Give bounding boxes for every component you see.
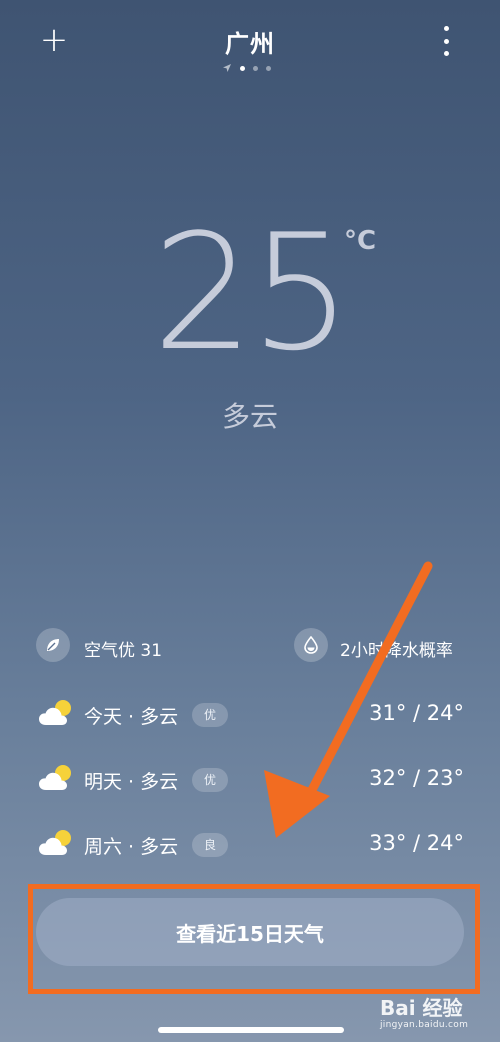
more-dot bbox=[443, 26, 449, 31]
more-options-button[interactable] bbox=[432, 26, 460, 56]
air-quality-label[interactable]: 空气优 31 bbox=[84, 636, 162, 661]
temperature-unit: °C bbox=[344, 226, 377, 256]
page-indicator bbox=[222, 62, 282, 74]
forecast-temperature: 33° / 24° bbox=[369, 831, 464, 855]
partly-cloudy-icon bbox=[38, 762, 76, 798]
city-title: 广州 bbox=[225, 30, 275, 58]
partly-cloudy-icon bbox=[38, 697, 76, 733]
current-condition: 多云 bbox=[221, 400, 278, 433]
current-temperature: 25 bbox=[152, 199, 352, 386]
watermark-sub: jingyan.baidu.com bbox=[380, 1020, 469, 1030]
air-quality-badge: 优 bbox=[192, 768, 229, 792]
forecast-day: 明天 · 多云 bbox=[84, 771, 179, 793]
add-city-button[interactable]: + bbox=[38, 22, 70, 58]
annotation-highlight-box bbox=[28, 884, 480, 994]
partly-cloudy-icon bbox=[38, 827, 76, 863]
forecast-day: 周六 · 多云 bbox=[84, 836, 179, 858]
location-arrow-icon bbox=[223, 64, 231, 72]
air-quality-badge: 优 bbox=[192, 703, 229, 727]
page-dot bbox=[253, 65, 258, 71]
more-dot bbox=[443, 38, 449, 44]
droplet-icon[interactable] bbox=[294, 628, 328, 662]
baidu-watermark: Bai 经验 jingyan.baidu.com bbox=[380, 986, 500, 1042]
forecast-temperature: 31° / 24° bbox=[369, 701, 464, 725]
air-quality-badge: 良 bbox=[192, 833, 229, 857]
page-dot bbox=[266, 65, 271, 71]
leaf-icon[interactable] bbox=[36, 628, 70, 662]
forecast-day: 今天 · 多云 bbox=[84, 706, 179, 728]
page-dot bbox=[240, 65, 245, 71]
home-indicator[interactable] bbox=[158, 1027, 344, 1033]
precipitation-label[interactable]: 2小时降水概率 bbox=[340, 636, 453, 661]
forecast-temperature: 32° / 23° bbox=[369, 766, 464, 790]
more-dot bbox=[443, 51, 449, 56]
watermark-main: Bai 经验 bbox=[380, 996, 463, 1020]
